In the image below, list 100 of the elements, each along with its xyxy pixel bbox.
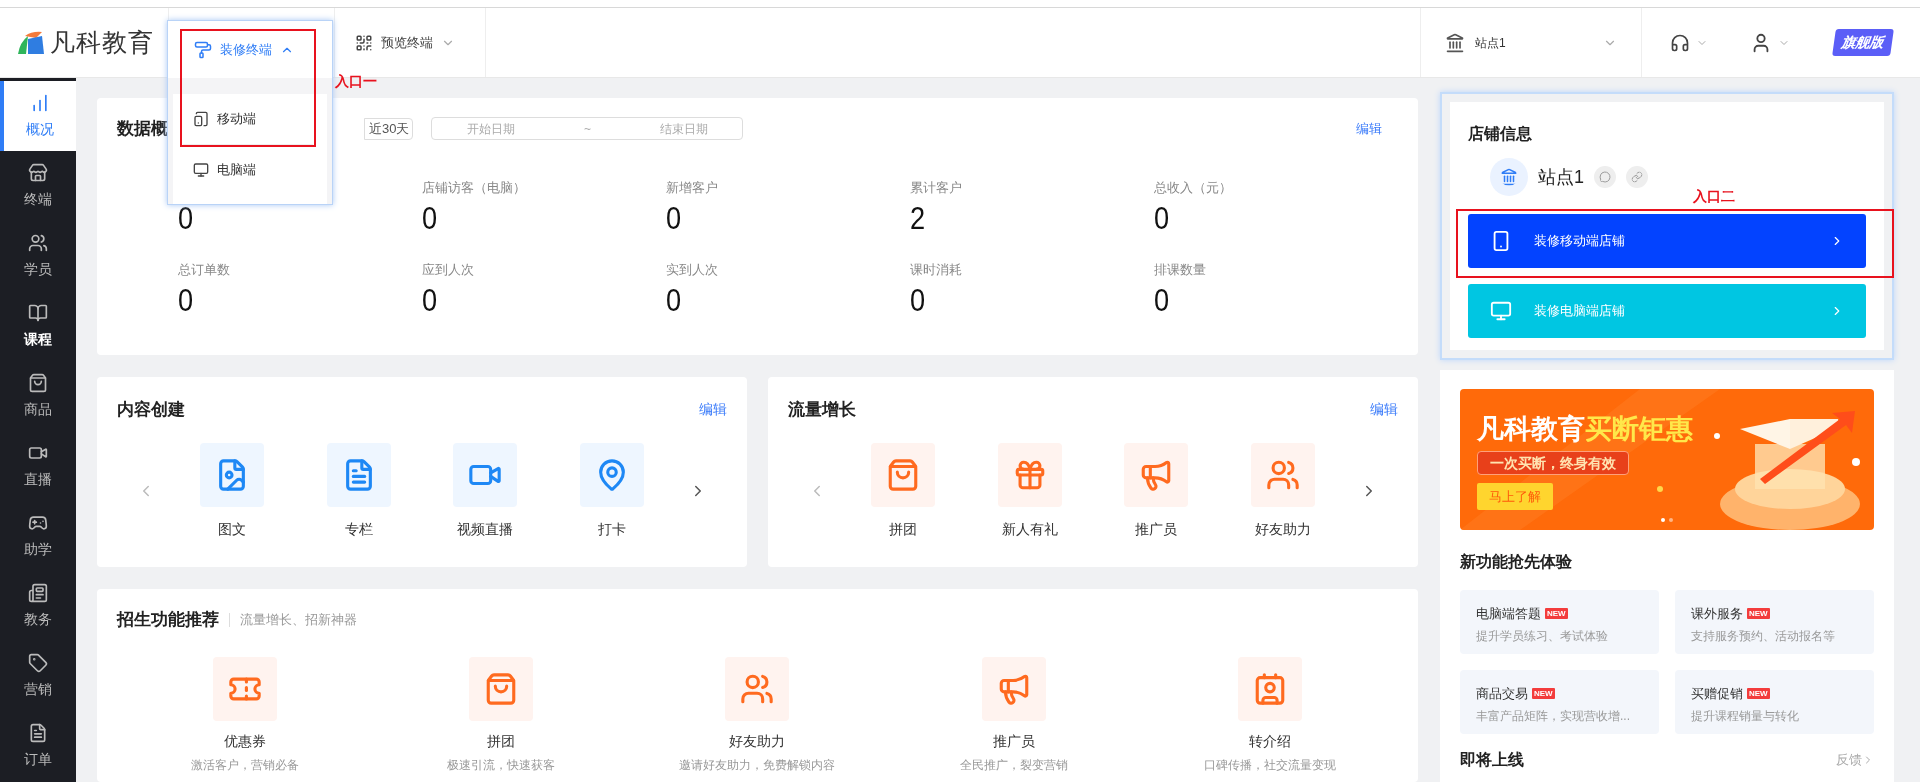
section-title: 即将上线	[1460, 750, 1524, 770]
sidebar-item[interactable]: 助学	[0, 501, 76, 571]
stat-value: 0	[178, 198, 195, 238]
banner-tagline: 一次买断，终身有效	[1477, 451, 1629, 475]
card-title: 店铺信息	[1468, 125, 1532, 142]
store-icon	[1490, 158, 1528, 196]
feature-tile-icon[interactable]	[326, 442, 391, 507]
card-title: 流量增长	[788, 399, 856, 421]
feature-label: 拼团	[487, 731, 516, 751]
new-badge: NEW	[1747, 688, 1770, 700]
feature-description: 提升课程销量与转化	[1691, 707, 1800, 725]
card-title: 招生功能推荐	[117, 609, 219, 631]
monitor-icon	[1490, 300, 1512, 322]
feature-label: 视频直播	[457, 519, 514, 539]
feature-tile-icon[interactable]	[997, 442, 1062, 507]
monitor-icon	[193, 161, 209, 178]
stat-value: 0	[1154, 198, 1171, 238]
sidebar-icon	[30, 92, 50, 113]
feature-tile-icon[interactable]	[213, 656, 278, 721]
stat-label: 排课数量	[1154, 260, 1207, 278]
feature-label: 好友助力	[729, 731, 786, 751]
site-selector[interactable]: 站点1	[1420, 8, 1642, 77]
new-badge: NEW	[1747, 608, 1770, 620]
sidebar-icon	[28, 582, 48, 603]
store-name: 站点1	[1538, 165, 1584, 189]
feature-tile-icon[interactable]	[199, 442, 264, 507]
stat-label: 店铺访客（电脑）	[422, 178, 527, 196]
sidebar-item[interactable]: 概况	[0, 81, 76, 151]
dropdown-item[interactable]: 电脑端	[183, 144, 313, 194]
sidebar-item[interactable]: 商品	[0, 361, 76, 431]
new-badge: NEW	[1532, 688, 1555, 700]
paint-roller-icon	[194, 40, 212, 59]
sidebar-item[interactable]: 直播	[0, 431, 76, 501]
building-icon	[1445, 32, 1465, 53]
feature-tile-icon[interactable]	[453, 442, 518, 507]
feature-label: 好友助力	[1255, 519, 1312, 539]
stat-label: 累计客户	[910, 178, 963, 196]
stat-label: 总收入（元）	[1154, 178, 1233, 196]
feature-tile-icon[interactable]	[469, 656, 534, 721]
feature-title: 电脑端答题	[1476, 605, 1541, 623]
section-title: 新功能抢先体验	[1460, 552, 1573, 572]
feature-label: 新人有礼	[1001, 519, 1058, 539]
sidebar-item[interactable]: 教务	[0, 571, 76, 641]
stat-value: 0	[422, 198, 439, 238]
stat-value: 2	[910, 198, 927, 238]
sidebar-icon	[28, 722, 48, 743]
sidebar-icon	[28, 302, 48, 323]
stat-label: 课时消耗	[910, 260, 963, 278]
sidebar-item[interactable]: 课程	[0, 291, 76, 361]
feature-tile-icon[interactable]	[981, 656, 1046, 721]
stat-value: 0	[666, 198, 683, 238]
edit-link[interactable]: 编辑	[1370, 399, 1398, 421]
qr-code-icon	[355, 33, 373, 52]
edit-link[interactable]: 编辑	[1356, 119, 1382, 139]
annotation-label: 入口二	[1693, 187, 1735, 206]
feature-description: 丰富产品矩阵，实现营收增...	[1476, 707, 1631, 725]
feature-description: 支持服务预约、活动报名等	[1691, 627, 1836, 645]
feature-label: 转介绍	[1248, 731, 1291, 751]
feature-tile-icon[interactable]	[1237, 656, 1302, 721]
feature-description: 极速引流，快速获客	[447, 756, 556, 774]
feature-tile-icon[interactable]	[870, 442, 935, 507]
feature-description: 口碑传播，社交流量变现	[1203, 756, 1336, 774]
new-feature-card[interactable]: 课外服务 NEW 支持服务预约、活动报名等	[1675, 590, 1874, 654]
logo-icon	[16, 29, 46, 56]
decorate-store-button[interactable]: 装修移动端店铺	[1468, 214, 1866, 268]
card-title: 内容创建	[117, 399, 185, 421]
headset-icon	[1670, 32, 1690, 53]
sidebar-item[interactable]: 终端	[0, 151, 76, 221]
sidebar-icon	[28, 372, 48, 393]
stat-value: 0	[910, 280, 927, 320]
feature-tile-icon[interactable]	[725, 656, 790, 721]
new-feature-card[interactable]: 商品交易 NEW 丰富产品矩阵，实现营收增...	[1460, 670, 1659, 734]
card-subtitle: 流量增长、招新神器	[240, 611, 357, 629]
sidebar-icon	[28, 652, 48, 673]
feature-tile-icon[interactable]	[580, 442, 645, 507]
edit-link[interactable]: 编辑	[699, 399, 727, 421]
chat-bubble-icon[interactable]	[1594, 166, 1616, 188]
link-icon[interactable]	[1626, 166, 1648, 188]
sidebar-item[interactable]: 学员	[0, 221, 76, 291]
feature-tile-icon[interactable]	[1124, 442, 1189, 507]
stat-label: 实到人次	[666, 260, 719, 278]
support-menu[interactable]	[1670, 32, 1708, 53]
new-feature-card[interactable]: 电脑端答题 NEW 提升学员练习、考试体验	[1460, 590, 1659, 654]
feature-description: 全民推广，裂变营销	[959, 756, 1068, 774]
feature-label: 推广员	[1135, 519, 1178, 539]
stat-label: 新增客户	[666, 178, 719, 196]
banner-title: 凡科教育买断钜惠	[1477, 413, 1694, 445]
feature-description: 激活客户，营销必备	[191, 756, 300, 774]
sidebar-item[interactable]: 营销	[0, 641, 76, 711]
feature-label: 图文	[217, 519, 246, 539]
range-button[interactable]: 近30天	[364, 117, 414, 140]
feature-tile-icon[interactable]	[1251, 442, 1316, 507]
menu-button[interactable]: 装修终端	[168, 21, 332, 78]
dropdown-item[interactable]: 移动端	[183, 94, 313, 144]
edition-badge: 旗舰版	[1832, 29, 1894, 56]
feature-title: 买赠促销	[1691, 685, 1743, 703]
card-title: 数据概	[117, 118, 168, 140]
stat-label: 应到人次	[422, 260, 475, 278]
new-feature-card[interactable]: 买赠促销 NEW 提升课程销量与转化	[1675, 670, 1874, 734]
sidebar-item[interactable]: 订单	[0, 711, 76, 781]
